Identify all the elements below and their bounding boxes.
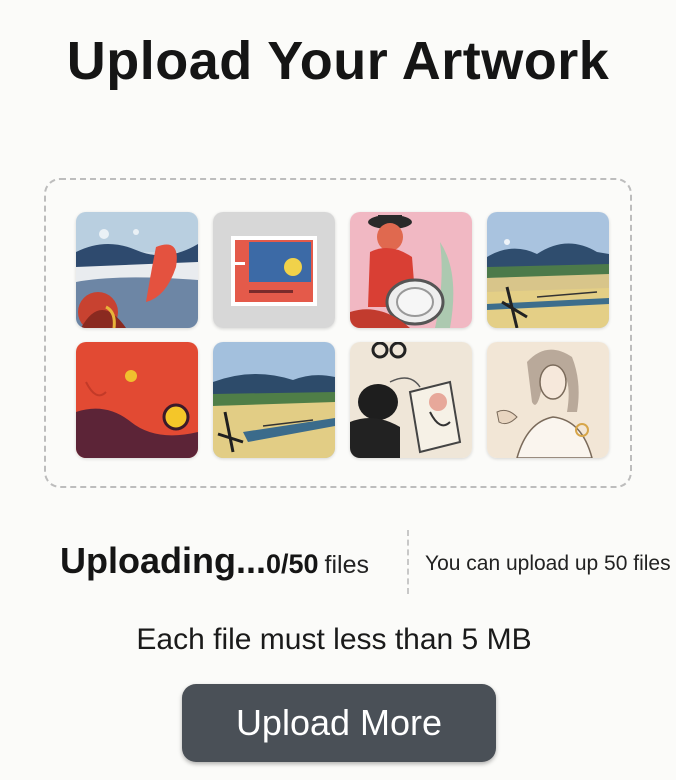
thumbnail-grid [76,212,609,458]
upload-status-row: Uploading...0/50 files You can upload up … [0,530,676,596]
file-count: 0/50 [265,549,319,579]
files-label: files [324,551,370,579]
uploading-label: Uploading... [60,540,266,581]
sketch-figures-thumbnail[interactable] [350,342,472,458]
upload-dropzone[interactable] [44,178,632,488]
status-divider [407,530,409,594]
field-landscape-thumbnail[interactable] [487,212,609,328]
abstract-landscape-thumbnail[interactable] [76,212,198,328]
file-size-note: Each file must less than 5 MB [136,623,532,656]
field-landscape-2-thumbnail[interactable] [213,342,335,458]
upload-limit-text: You can upload up 50 files [425,552,671,575]
framed-painting-thumbnail[interactable] [213,212,335,328]
red-figure-thumbnail[interactable] [350,212,472,328]
upload-progress: Uploading...0/50 files [60,540,369,582]
upload-more-button[interactable]: Upload More [182,684,496,762]
red-abstract-thumbnail[interactable] [76,342,198,458]
portrait-sketch-thumbnail[interactable] [487,342,609,458]
page-title: Upload Your Artwork [66,31,610,91]
